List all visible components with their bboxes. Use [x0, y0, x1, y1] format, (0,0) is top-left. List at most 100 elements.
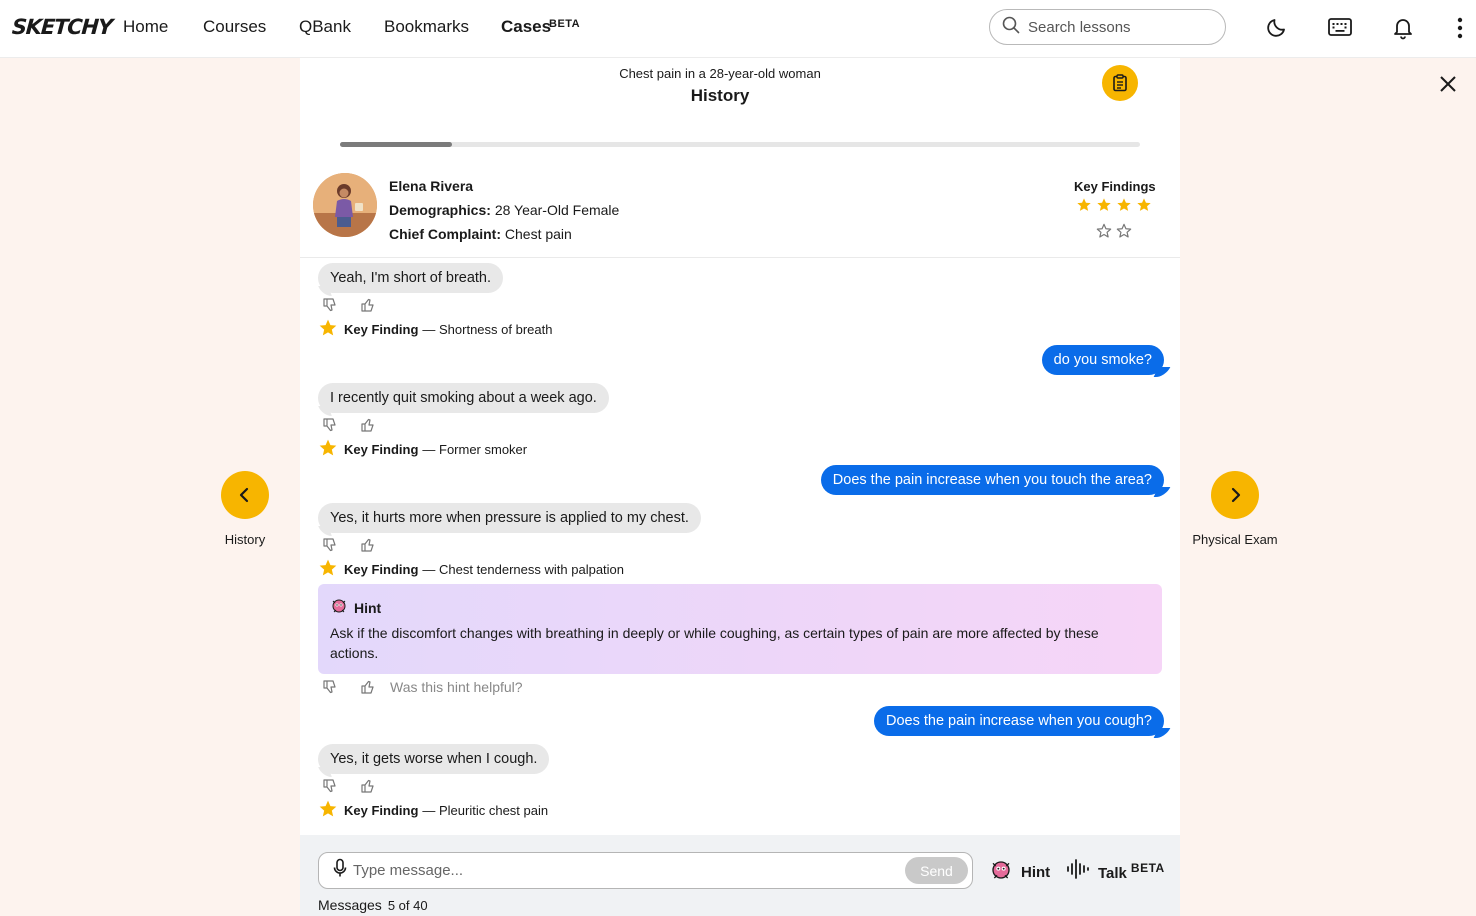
clipboard-icon	[1113, 74, 1127, 92]
hint-feedback	[322, 679, 376, 695]
chevron-right-icon	[1231, 487, 1241, 503]
thumbs-down-icon[interactable]	[322, 679, 338, 695]
sketchy-logo[interactable]: SKETCHY	[11, 15, 113, 39]
search-input[interactable]	[1028, 18, 1208, 36]
star-filled-icon	[1076, 197, 1092, 218]
patient-message: Yeah, I'm short of breath.	[318, 263, 504, 293]
key-finding-star-icon	[318, 438, 338, 461]
notes-clipboard-button[interactable]	[1102, 65, 1138, 101]
key-finding: Key Finding — Chest tenderness with palp…	[318, 558, 624, 581]
case-progress-fill	[340, 142, 452, 147]
top-nav: SKETCHY Home Courses QBank Bookmarks Cas…	[0, 0, 1476, 58]
hint-title: Hint	[354, 599, 382, 616]
star-empty-icon	[1116, 223, 1132, 244]
key-findings-title: Key Findings	[1074, 179, 1156, 194]
thumbs-up-icon[interactable]	[360, 417, 376, 433]
complaint-label: Chief Complaint:	[389, 226, 501, 242]
chevron-left-icon	[239, 487, 249, 503]
hint-button-label: Hint	[1021, 863, 1051, 881]
star-filled-icon	[1096, 197, 1112, 218]
messages-label: Messages	[318, 897, 382, 913]
audio-waveform-icon	[1066, 858, 1090, 884]
messages-count: 5 of 40	[387, 898, 428, 913]
message-feedback	[322, 297, 376, 313]
thumbs-down-icon[interactable]	[322, 537, 338, 553]
nav-link-qbank[interactable]: QBank	[299, 17, 351, 37]
hint-text: Ask if the discomfort changes with breat…	[330, 625, 1099, 661]
patient-message: Yes, it gets worse when I cough.	[318, 744, 550, 774]
hint-mascot-icon	[330, 597, 348, 618]
section-title: History	[690, 86, 750, 105]
talk-button[interactable]: Talk BETA	[1066, 858, 1165, 884]
cases-beta-badge: BETA	[549, 18, 581, 30]
key-finding-label: Key Finding	[344, 322, 419, 337]
search-box[interactable]	[989, 9, 1226, 45]
user-message: Does the pain increase when you touch th…	[820, 465, 1164, 495]
hint-helpful-question: Was this hint helpful?	[390, 679, 523, 695]
hint-card: Hint Ask if the discomfort changes with …	[318, 584, 1162, 674]
nav-link-cases[interactable]: Cases	[501, 17, 551, 37]
next-section-button[interactable]	[1211, 471, 1259, 519]
patient-header: Elena Rivera Demographics: 28 Year-Old F…	[300, 168, 1180, 258]
notifications-bell-icon[interactable]	[1391, 15, 1417, 41]
patient-avatar	[313, 173, 377, 237]
hint-mascot-icon	[989, 858, 1013, 886]
patient-message: Yes, it hurts more when pressure is appl…	[318, 503, 701, 533]
talk-button-label: Talk BETA	[1098, 861, 1165, 882]
message-input-box[interactable]: Send	[318, 852, 973, 889]
key-finding-text: — Shortness of breath	[422, 322, 553, 337]
case-subtitle: Chest pain in a 28-year-old woman	[619, 66, 821, 81]
key-finding-text: — Former smoker	[422, 442, 528, 457]
thumbs-down-icon[interactable]	[322, 297, 338, 313]
demographics-value: 28 Year-Old Female	[494, 202, 620, 218]
message-counter: Messages 5 of 40	[318, 897, 428, 913]
key-finding-text: — Chest tenderness with palpation	[422, 562, 625, 577]
key-finding-label: Key Finding	[344, 803, 419, 818]
prev-section-button[interactable]	[221, 471, 269, 519]
star-filled-icon	[1116, 197, 1132, 218]
key-finding-star-icon	[318, 318, 338, 341]
message-feedback	[322, 778, 376, 794]
message-composer: Send Hint TalkBETA Messages 5 of 40	[300, 835, 1180, 916]
microphone-icon[interactable]	[333, 858, 347, 883]
send-button[interactable]: Send	[905, 857, 968, 884]
star-empty-icon	[1096, 223, 1112, 244]
complaint-value: Chest pain	[504, 226, 572, 242]
key-findings-stars-row-1	[1076, 197, 1152, 218]
prev-section-label: History	[224, 532, 266, 547]
thumbs-up-icon[interactable]	[360, 297, 376, 313]
thumbs-up-icon[interactable]	[360, 679, 376, 695]
thumbs-up-icon[interactable]	[360, 537, 376, 553]
key-finding: Key Finding — Former smoker	[318, 438, 527, 461]
patient-message: I recently quit smoking about a week ago…	[318, 383, 609, 413]
key-findings-stars-row-2	[1096, 223, 1132, 244]
key-finding-star-icon	[318, 558, 338, 581]
nav-link-courses[interactable]: Courses	[203, 17, 266, 37]
nav-link-home[interactable]: Home	[123, 17, 168, 37]
star-filled-icon	[1136, 197, 1152, 218]
key-finding-star-icon	[318, 799, 338, 822]
hint-button[interactable]: Hint	[989, 858, 1050, 886]
key-finding-label: Key Finding	[344, 562, 419, 577]
key-finding: Key Finding — Shortness of breath	[318, 318, 552, 341]
user-message: do you smoke?	[1041, 345, 1164, 375]
talk-label: Talk	[1098, 864, 1127, 882]
hint-header: Hint	[330, 597, 381, 618]
key-finding: Key Finding — Pleuritic chest pain	[318, 799, 548, 822]
close-case-icon[interactable]	[1437, 73, 1459, 95]
more-options-icon[interactable]	[1450, 15, 1470, 41]
next-section-label: Physical Exam	[1192, 532, 1278, 547]
keyboard-icon[interactable]	[1327, 15, 1353, 41]
thumbs-up-icon[interactable]	[360, 778, 376, 794]
talk-beta-badge: BETA	[1130, 860, 1165, 875]
thumbs-down-icon[interactable]	[322, 417, 338, 433]
nav-link-bookmarks[interactable]: Bookmarks	[384, 17, 469, 37]
thumbs-down-icon[interactable]	[322, 778, 338, 794]
dark-mode-moon-icon[interactable]	[1265, 15, 1291, 41]
case-panel: Chest pain in a 28-year-old woman Histor…	[300, 58, 1180, 916]
message-feedback	[322, 417, 376, 433]
user-message: Does the pain increase when you cough?	[873, 706, 1164, 736]
patient-chief-complaint: Chief Complaint: Chest pain	[389, 226, 572, 242]
message-input[interactable]	[353, 862, 893, 879]
demographics-label: Demographics:	[389, 202, 491, 218]
